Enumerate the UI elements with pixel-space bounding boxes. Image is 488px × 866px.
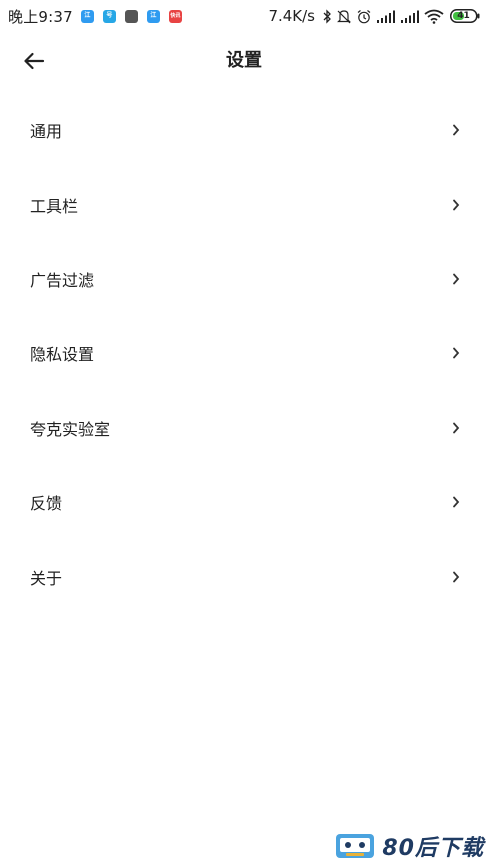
settings-item-privacy[interactable]: 隐私设置 — [0, 316, 488, 390]
header: 设置 — [0, 32, 488, 90]
app-notif-icon-1: 江 — [80, 9, 94, 23]
page-title: 设置 — [226, 50, 262, 71]
settings-item-feedback[interactable]: 反馈 — [0, 465, 488, 539]
chevron-right-icon — [453, 571, 460, 582]
settings-item-label: 关于 — [30, 568, 63, 588]
settings-screen: 晚上9:37 江 号 江 快讯 7.4K/s 41 设置 通用 工具栏 广告过滤… — [0, 0, 488, 866]
status-bar: 晚上9:37 江 号 江 快讯 7.4K/s 41 — [0, 0, 488, 32]
arrow-left-icon — [24, 52, 45, 70]
watermark-text: 80后下载 — [382, 836, 484, 861]
settings-item-ad-filter[interactable]: 广告过滤 — [0, 242, 488, 316]
back-button[interactable] — [16, 47, 52, 75]
mute-icon — [336, 9, 352, 24]
chevron-right-icon — [453, 347, 460, 359]
settings-item-toolbar[interactable]: 工具栏 — [0, 167, 488, 241]
settings-item-about[interactable]: 关于 — [0, 539, 488, 613]
settings-item-label: 通用 — [30, 122, 63, 142]
settings-item-label: 广告过滤 — [30, 270, 95, 290]
alarm-icon — [356, 9, 372, 24]
battery-icon: 41 — [450, 9, 480, 23]
status-right: 7.4K/s 41 — [268, 7, 480, 25]
bluetooth-icon — [323, 8, 332, 24]
robot-logo-icon — [336, 834, 375, 858]
network-speed: 7.4K/s — [268, 7, 315, 25]
watermark: 80后下载 — [334, 830, 484, 862]
signal-2-icon — [400, 10, 420, 23]
app-notif-icon-3 — [124, 9, 138, 23]
status-left: 晚上9:37 江 号 江 快讯 — [8, 6, 191, 27]
battery-level: 41 — [457, 11, 470, 21]
settings-item-label: 反馈 — [30, 494, 63, 514]
settings-item-label: 工具栏 — [30, 196, 79, 216]
app-notif-icon-4: 江 — [146, 9, 160, 23]
settings-item-quark-lab[interactable]: 夸克实验室 — [0, 391, 488, 465]
signal-1-icon — [376, 10, 396, 23]
chevron-right-icon — [453, 496, 460, 508]
settings-list: 通用 工具栏 广告过滤 隐私设置 夸克实验室 反馈 关于 — [0, 93, 488, 614]
settings-item-label: 隐私设置 — [30, 345, 95, 365]
settings-item-label: 夸克实验室 — [30, 419, 111, 439]
settings-item-general[interactable]: 通用 — [0, 93, 488, 167]
app-notif-icon-2: 号 — [102, 9, 116, 23]
app-notif-icon-5: 快讯 — [168, 9, 182, 23]
wifi-icon — [424, 9, 444, 24]
chevron-right-icon — [453, 124, 460, 136]
status-time: 晚上9:37 — [8, 7, 73, 26]
chevron-right-icon — [453, 199, 460, 210]
chevron-right-icon — [453, 422, 460, 434]
chevron-right-icon — [453, 273, 460, 285]
